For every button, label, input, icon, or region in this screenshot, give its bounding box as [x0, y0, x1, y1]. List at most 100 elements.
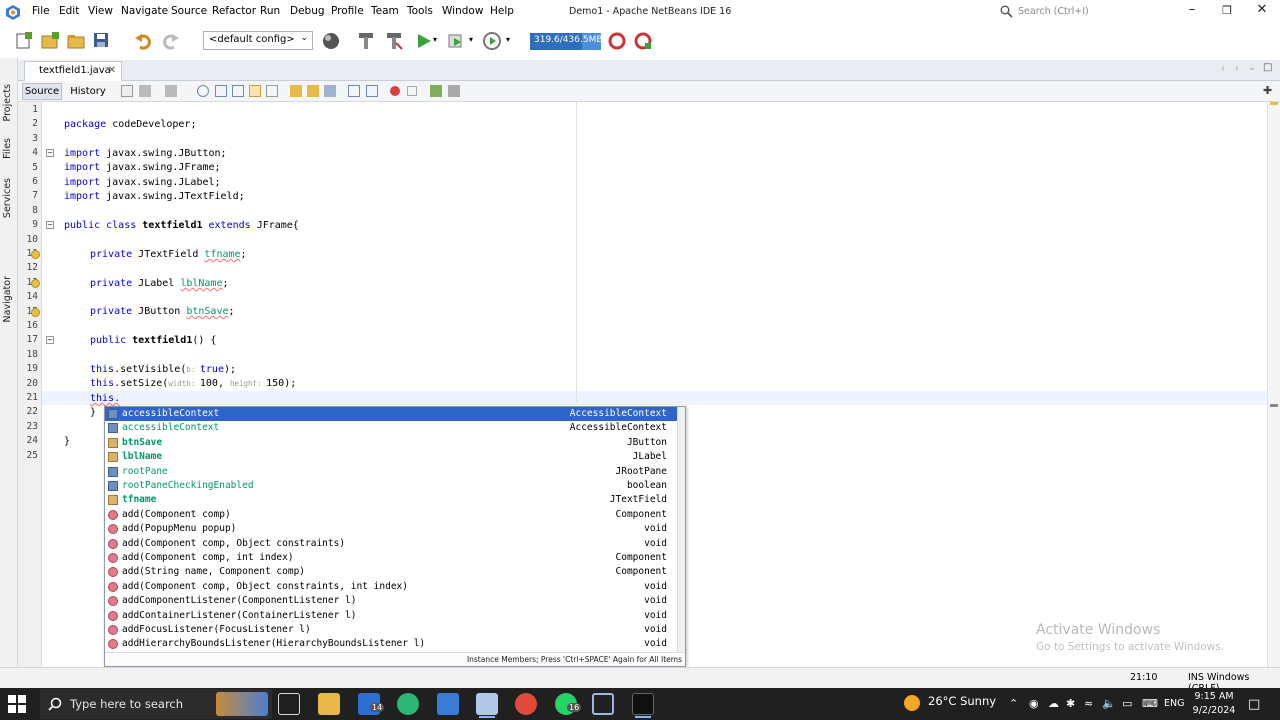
completion-item[interactable]: add(Component comp, Object constraints) v… [105, 537, 677, 551]
editor-vertical-scrollbar[interactable] [1267, 102, 1280, 667]
minimize-button[interactable]: – [1175, 2, 1209, 22]
open-project-icon[interactable] [66, 31, 86, 51]
gc-icon[interactable] [607, 31, 627, 51]
hint-bulb-icon[interactable] [31, 279, 40, 288]
completion-item[interactable]: add(Component comp, int index) Component [105, 551, 677, 565]
find-next-icon[interactable] [232, 85, 244, 97]
toggle-rect-select-icon[interactable] [266, 85, 278, 97]
hint-bulb-icon[interactable] [31, 308, 40, 317]
uncomment-icon[interactable] [448, 85, 460, 97]
hint-bulb-icon[interactable] [31, 250, 40, 259]
shift-left-icon[interactable] [348, 85, 360, 97]
completion-item[interactable]: lblName JLabel [105, 450, 677, 464]
error-stripe-marker[interactable] [1270, 102, 1278, 105]
shift-right-icon[interactable] [366, 85, 378, 97]
redo-icon[interactable] [160, 31, 180, 51]
menu-source[interactable]: Source [171, 5, 207, 17]
notification-center-icon[interactable]: □ [1248, 697, 1260, 712]
profile-dropdown-arrow-icon[interactable]: ▾ [506, 35, 510, 44]
tab-list-icon[interactable]: ⌄ [1248, 63, 1256, 73]
completion-item[interactable]: add(String name, Component comp) Componen… [105, 565, 677, 579]
netbeans-taskbar-icon[interactable] [476, 693, 498, 715]
clock-time[interactable]: 9:15 AM [1192, 691, 1236, 702]
forward-icon[interactable] [165, 85, 177, 97]
whatsapp-icon[interactable]: 16 [555, 693, 582, 715]
bluetooth-icon[interactable]: ✱ [1066, 697, 1075, 710]
completion-item[interactable]: btnSave JButton [105, 436, 677, 450]
menu-window[interactable]: Window [442, 5, 483, 17]
weather-sun-icon[interactable] [904, 695, 920, 711]
keyboard-icon[interactable]: ⌨ [1142, 697, 1158, 710]
navigator-panel-tab[interactable]: Navigator [2, 276, 13, 322]
debug-dropdown-arrow-icon[interactable]: ▾ [469, 35, 473, 44]
next-bookmark-icon[interactable] [307, 85, 319, 97]
volume-icon[interactable]: 🔈 [1102, 697, 1116, 710]
menu-team[interactable]: Team [371, 5, 399, 17]
completion-item[interactable]: addComponentListener(ComponentListener l… [105, 594, 677, 608]
build-hammer-icon[interactable] [356, 31, 376, 51]
menu-debug[interactable]: Debug [290, 5, 325, 17]
fold-constructor-icon[interactable]: − [46, 336, 54, 344]
find-icon[interactable] [197, 85, 209, 97]
terminal-icon[interactable] [632, 693, 654, 715]
edge-browser-icon[interactable] [397, 693, 419, 715]
tab-source[interactable]: Source [22, 83, 62, 100]
completion-item[interactable]: addHierarchyBoundsListener(HierarchyBoun… [105, 637, 677, 651]
file-tab-textfield1[interactable]: textfield1.java ✕ [24, 61, 122, 81]
completion-scrollbar[interactable] [677, 407, 685, 652]
tab-history[interactable]: History [66, 83, 110, 100]
last-edit-icon[interactable] [121, 85, 133, 97]
split-editor-icon[interactable]: ✚ [1263, 84, 1272, 97]
memory-usage-bar[interactable]: 319.6/436.5MB [530, 33, 603, 50]
new-project-icon[interactable] [40, 31, 60, 51]
new-file-icon[interactable] [14, 31, 34, 51]
microsoft-store-icon[interactable] [437, 693, 459, 715]
task-view-icon[interactable] [278, 693, 300, 715]
save-all-icon[interactable] [92, 31, 112, 51]
show-hidden-icons-icon[interactable]: ⌃ [1009, 697, 1018, 710]
mail-icon[interactable]: 14 [358, 693, 385, 715]
code-line-21[interactable]: this. [90, 393, 120, 404]
undo-icon[interactable] [134, 31, 154, 51]
fold-class-icon[interactable]: − [46, 221, 54, 229]
completion-item[interactable]: rootPaneCheckingEnabled boolean [105, 479, 677, 493]
chrome-icon[interactable] [515, 693, 537, 715]
configuration-dropdown[interactable]: <default config> ⌄ [203, 31, 313, 50]
menu-profile[interactable]: Profile [331, 5, 364, 17]
maximize-button[interactable]: ❐ [1210, 4, 1244, 24]
wifi-icon[interactable]: ≈ [1084, 697, 1093, 710]
stop-macro-recording-icon[interactable] [407, 86, 417, 96]
comment-icon[interactable] [430, 85, 442, 97]
language-indicator[interactable]: ENG [1164, 698, 1184, 709]
completion-item[interactable]: addContainerListener(ContainerListener l… [105, 609, 677, 623]
scroll-tabs-right-icon[interactable]: › [1235, 64, 1239, 74]
toggle-bookmark-icon[interactable] [324, 85, 336, 97]
toggle-highlight-icon[interactable] [249, 85, 261, 97]
fold-imports-icon[interactable]: − [46, 149, 54, 157]
profile-snapshot-icon[interactable] [633, 31, 653, 51]
completion-item[interactable]: add(Component comp) Component [105, 508, 677, 522]
run-project-icon[interactable] [414, 31, 434, 51]
back-icon[interactable] [139, 85, 151, 97]
network-status-icon[interactable]: ◉ [1029, 697, 1039, 710]
menu-run[interactable]: Run [260, 5, 280, 17]
windows-start-icon[interactable] [8, 695, 26, 713]
files-panel-tab[interactable]: Files [2, 138, 13, 159]
profile-project-icon[interactable] [482, 31, 502, 51]
menu-view[interactable]: View [88, 5, 113, 17]
virtualbox-icon[interactable] [592, 693, 614, 715]
menu-file[interactable]: File [32, 5, 50, 17]
browser-globe-icon[interactable] [321, 31, 341, 51]
previous-bookmark-icon[interactable] [290, 85, 302, 97]
services-panel-tab[interactable]: Services [2, 178, 13, 218]
close-tab-icon[interactable]: ✕ [108, 65, 116, 76]
close-window-button[interactable]: ✕ [1245, 2, 1279, 22]
weather-text[interactable]: 26°C Sunny [928, 694, 996, 708]
cloud-icon[interactable]: ☁ [1048, 697, 1059, 710]
completion-item[interactable]: add(PopupMenu popup) void [105, 522, 677, 536]
taskbar-search-box[interactable]: Type here to search [40, 689, 272, 719]
projects-panel-tab[interactable]: Projects [2, 84, 13, 121]
caret-position[interactable]: 21:10 [1130, 672, 1157, 683]
completion-item[interactable]: addFocusListener(FocusListener l) void [105, 623, 677, 637]
start-macro-recording-icon[interactable] [390, 86, 400, 96]
